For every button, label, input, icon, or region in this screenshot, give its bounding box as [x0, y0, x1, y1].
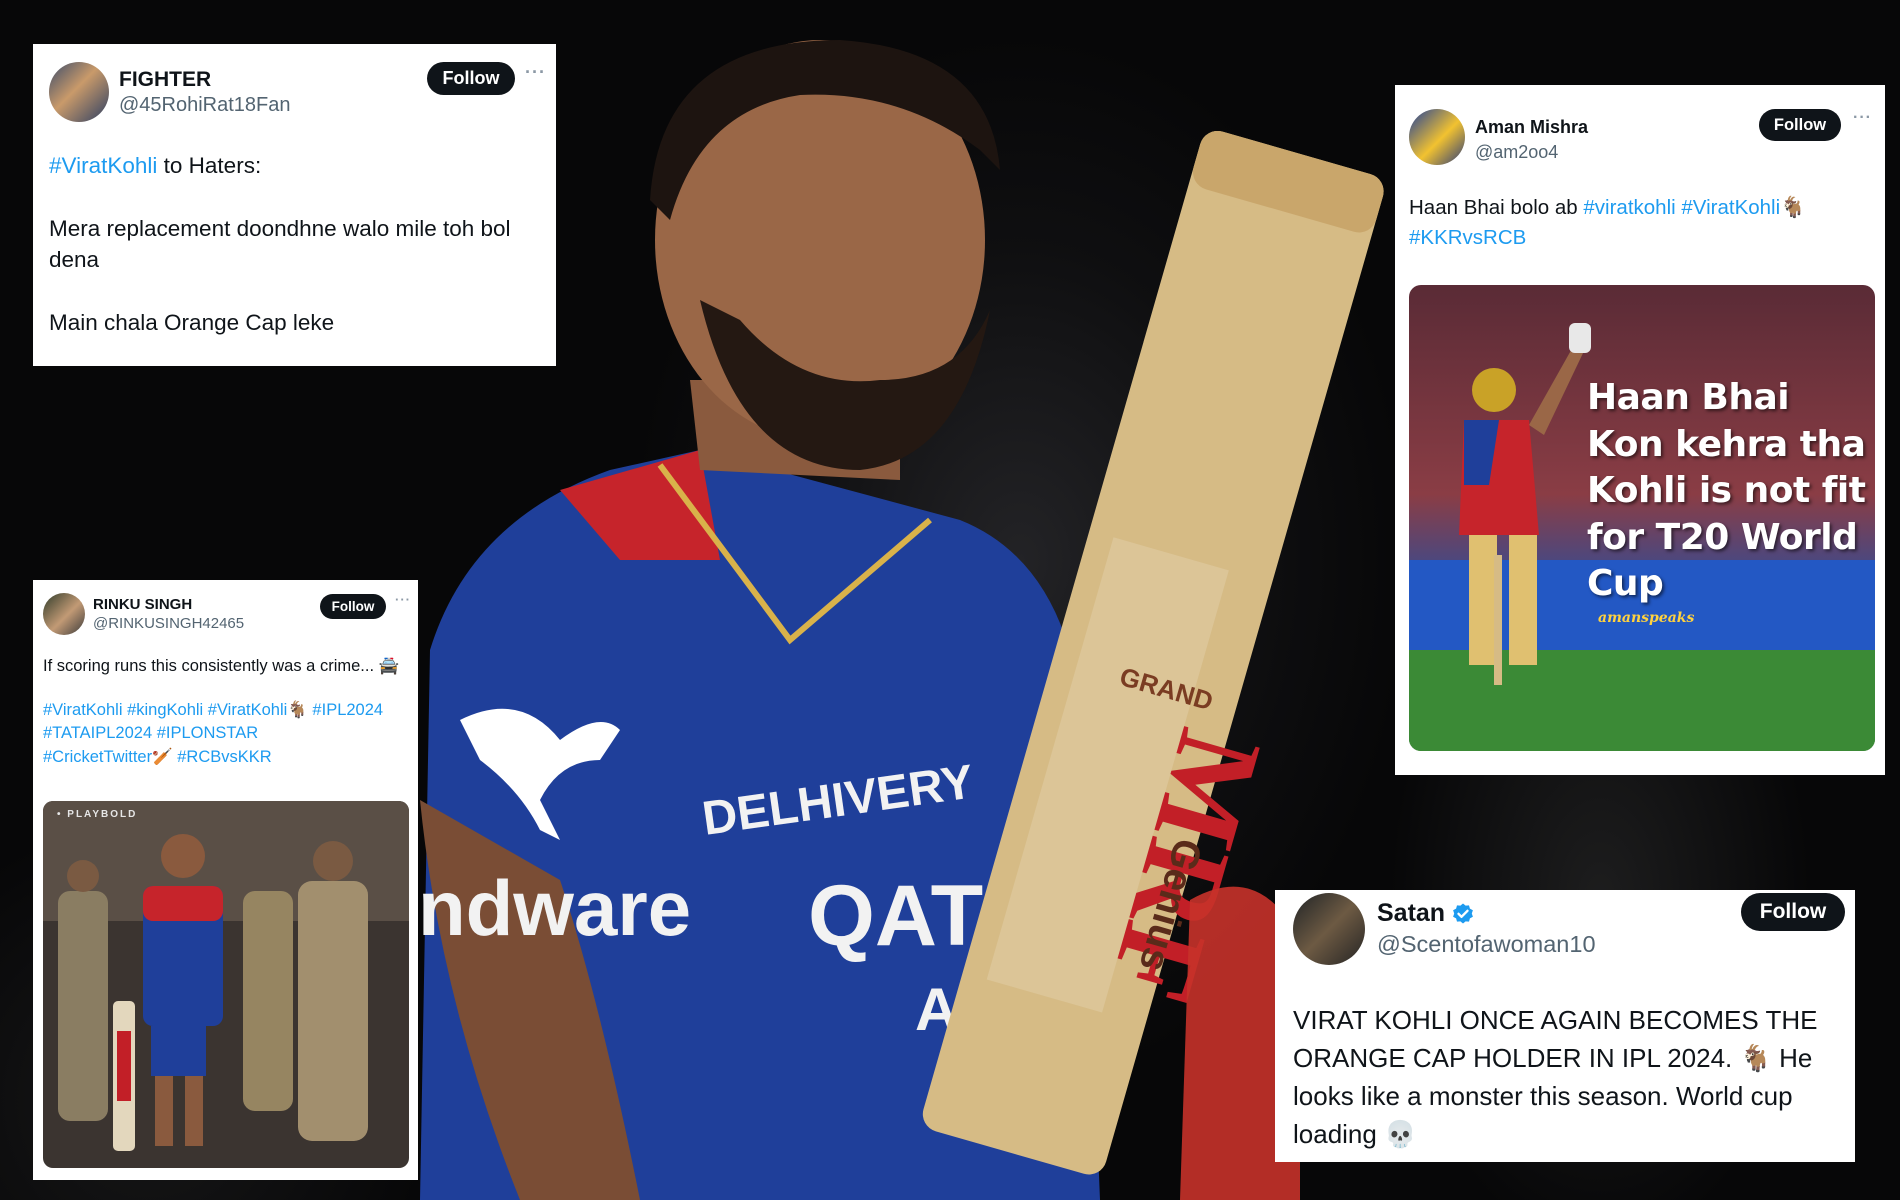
avatar[interactable] [49, 62, 109, 122]
overlay-line: Cup [1587, 563, 1664, 604]
tweet-media-image[interactable]: Haan Bhai Kon kehra tha Kohli is not fit… [1409, 285, 1875, 751]
media-photo [43, 801, 409, 1168]
jersey-text-right: QAT [808, 868, 983, 964]
follow-button[interactable]: Follow [320, 594, 386, 619]
display-name-row: Satan [1377, 899, 1596, 928]
tweet-text: Haan Bhai bolo ab #viratkohli #ViratKohl… [1409, 193, 1871, 253]
more-options-icon[interactable]: ··· [1853, 109, 1872, 127]
tweet-text-line: to Haters: [157, 153, 262, 178]
hashtag-link[interactable]: #IPL2024 [308, 701, 383, 719]
overlay-line: Kon kehra tha [1587, 423, 1866, 465]
hashtag-link[interactable]: #RCBvsKKR [173, 748, 271, 766]
tweet-card-aman: Aman Mishra @am2oo4 Follow ··· Haan Bhai… [1395, 85, 1885, 775]
user-handle[interactable]: @45RohiRat18Fan [119, 94, 291, 117]
hashtag-line: #CricketTwitter🏏 #RCBvsKKR [43, 746, 408, 770]
more-options-icon[interactable]: ··· [395, 592, 411, 607]
hashtag-link[interactable]: #CricketTwitter [43, 748, 152, 766]
user-handle[interactable]: @am2oo4 [1475, 142, 1588, 163]
follow-button[interactable]: Follow [1741, 893, 1845, 931]
overlay-line: Haan Bhai [1587, 377, 1790, 418]
hashtag-line: #ViratKohli #kingKohli #ViratKohli🐐 #IPL… [43, 699, 408, 723]
verified-badge-icon [1453, 903, 1473, 923]
tweet-text: If scoring runs this consistently was a … [43, 655, 408, 769]
media-watermark: amanspeaks [1598, 610, 1695, 626]
display-name[interactable]: Satan [1377, 899, 1445, 928]
hashtag-link[interactable]: #KKRvsRCB [1409, 226, 1526, 249]
tweet-text-line: Haan Bhai bolo ab [1409, 196, 1584, 219]
hashtag-link[interactable]: #TATAIPL2024 #IPLONSTAR [43, 722, 408, 746]
hashtag-link[interactable]: #ViratKohli [1681, 196, 1780, 219]
overlay-line: for T20 World [1587, 516, 1858, 558]
more-options-icon[interactable]: ··· [525, 62, 546, 83]
cricket-emoji-icon: 🏏 [152, 747, 173, 766]
media-label: • PLAYBOLD [57, 809, 138, 820]
tweet-text: #ViratKohli to Haters: Mera replacement … [49, 150, 540, 338]
tweet-text: VIRAT KOHLI ONCE AGAIN BECOMES THE ORANG… [1293, 1005, 1818, 1149]
user-handle[interactable]: @Scentofawoman10 [1377, 931, 1596, 958]
tweet-card-fighter: FIGHTER @45RohiRat18Fan Follow ··· #Vira… [33, 44, 556, 366]
hashtag-link[interactable]: #viratkohli [1583, 196, 1675, 219]
tweet-paragraph: Mera replacement doondhne walo mile toh … [49, 216, 511, 272]
follow-button[interactable]: Follow [427, 62, 515, 95]
tweet-card-satan: Satan @Scentofawoman10 Follow VIRAT KOHL… [1275, 890, 1855, 1162]
follow-button[interactable]: Follow [1759, 109, 1841, 141]
tweet-card-rinku: RINKU SINGH @RINKUSINGH42465 Follow ··· … [33, 580, 418, 1180]
tweet-text-line: If scoring runs this consistently was a … [43, 657, 400, 675]
tweet-paragraph: Main chala Orange Cap leke [49, 310, 335, 335]
media-overlay-text: Haan Bhai Kon kehra tha Kohli is not fit… [1587, 375, 1867, 608]
display-name[interactable]: RINKU SINGH [93, 596, 244, 613]
display-name[interactable]: FIGHTER [119, 68, 291, 92]
display-name[interactable]: Aman Mishra [1475, 117, 1588, 138]
avatar[interactable] [43, 593, 85, 635]
avatar[interactable] [1293, 893, 1365, 965]
goat-emoji-icon: 🐐 [287, 700, 308, 719]
overlay-line: Kohli is not fit [1587, 470, 1866, 511]
goat-emoji-icon: 🐐 [1780, 196, 1806, 219]
tweet-media-image[interactable]: • PLAYBOLD [43, 801, 409, 1168]
hashtag-link[interactable]: #ViratKohli #kingKohli #ViratKohli [43, 701, 287, 719]
hashtag-link[interactable]: #ViratKohli [49, 153, 157, 178]
user-handle[interactable]: @RINKUSINGH42465 [93, 615, 244, 632]
jersey-text-left: ndware [418, 864, 691, 952]
avatar[interactable] [1409, 109, 1465, 165]
